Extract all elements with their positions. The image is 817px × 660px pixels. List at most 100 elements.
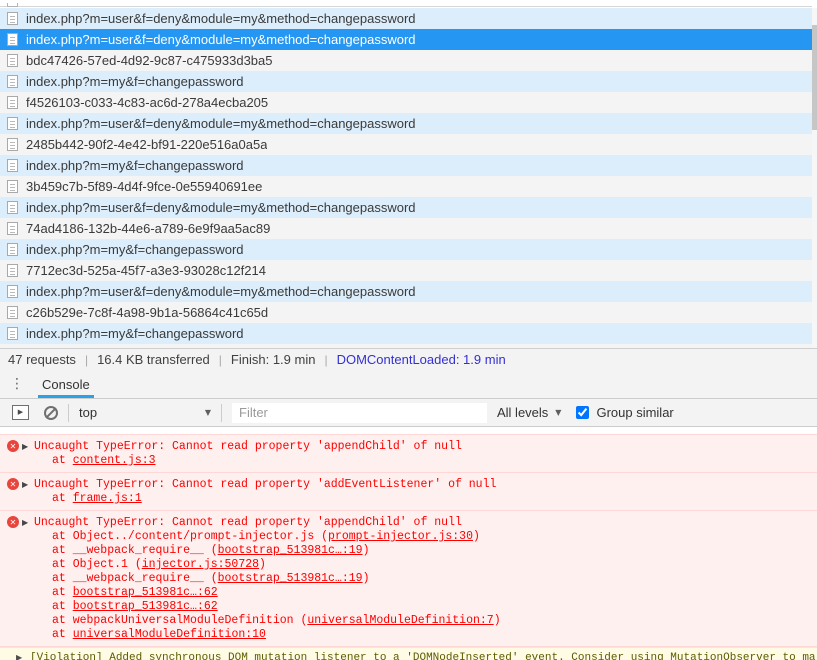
stack-frame: at bootstrap_513981c…:62 [0,586,817,600]
devtools-window: index.php?m=user&f=deny&module=my&method… [0,0,817,660]
execution-context-selector[interactable]: top ▼ [79,405,211,420]
source-link[interactable]: frame.js:1 [73,492,142,505]
source-link[interactable]: prompt-injector.js:30 [328,530,473,543]
network-request-row[interactable]: index.php?m=user&f=deny&module=my&method… [0,113,812,134]
stack-frame: at __webpack_require__ (bootstrap_513981… [0,572,817,586]
document-icon [7,138,18,151]
network-request-list: index.php?m=user&f=deny&module=my&method… [0,8,812,348]
document-icon [7,96,18,109]
request-name: bdc47426-57ed-4d92-9c87-c475933d3ba5 [26,53,273,68]
network-request-row[interactable]: f4526103-c033-4c83-ac6d-278a4ecba205 [0,92,812,113]
document-icon [7,54,18,67]
network-request-row[interactable]: index.php?m=my&f=changepassword [0,155,812,176]
network-request-row[interactable]: index.php?m=my&f=changepassword [0,71,812,92]
network-request-row[interactable]: index.php?m=user&f=deny&module=my&method… [0,29,812,50]
context-label: top [79,405,97,420]
console-error-message: ✕▶Uncaught TypeError: Cannot read proper… [0,434,817,473]
more-options-menu-icon[interactable]: ⋮ [0,370,34,398]
network-request-row[interactable]: index.php?m=user&f=deny&module=my&method… [0,197,812,218]
source-link[interactable]: bootstrap_513981c…:62 [73,586,218,599]
source-link[interactable]: universalModuleDefinition:10 [73,628,266,641]
source-link[interactable]: bootstrap_513981c…:62 [73,600,218,613]
log-levels-label: All levels [497,405,548,420]
network-request-row[interactable]: 3b459c7b-5f89-4d4f-9fce-0e55940691ee [0,176,812,197]
document-icon [7,222,18,235]
network-summary-bar: 47 requests | 16.4 KB transferred | Fini… [0,348,817,370]
tab-console-label: Console [42,377,90,392]
request-name: c26b529e-7c8f-4a98-9b1a-56864c41c65d [26,305,268,320]
dom-content-loaded-time: DOMContentLoaded: 1.9 min [337,352,506,367]
request-name: f4526103-c033-4c83-ac6d-278a4ecba205 [26,95,268,110]
request-name: index.php?m=user&f=deny&module=my&method… [26,11,416,26]
source-link[interactable]: bootstrap_513981c…:19 [218,572,363,585]
source-link[interactable]: universalModuleDefinition:7 [307,614,493,627]
error-icon: ✕ [7,478,19,490]
request-name: 7712ec3d-525a-45f7-a3e3-93028c12f214 [26,263,266,278]
expand-triangle-icon[interactable]: ▶ [16,651,22,660]
console-violation-message: ▶[Violation] Added synchronous DOM mutat… [0,647,817,660]
expand-triangle-icon[interactable]: ▶ [22,439,28,454]
document-icon [7,12,18,25]
error-icon: ✕ [7,516,19,528]
console-tabbar: ⋮ Console [0,370,817,399]
document-icon [7,285,18,298]
scrollbar-thumb[interactable] [812,25,817,130]
summary-separator: | [85,353,88,367]
network-request-row[interactable]: index.php?m=user&f=deny&module=my&method… [0,8,812,29]
group-similar-checkbox[interactable] [576,406,589,419]
expand-triangle-icon[interactable]: ▶ [22,477,28,492]
network-scrollbar[interactable] [812,8,817,348]
console-panel: ⋮ Console ▶ top ▼ All levels ▼ Group sim… [0,370,817,660]
filter-input[interactable] [232,403,487,423]
request-name: 2485b442-90f2-4e42-bf91-220e516a0a5a [26,137,267,152]
document-icon [7,201,18,214]
network-request-row[interactable]: 2485b442-90f2-4e42-bf91-220e516a0a5a [0,134,812,155]
network-request-row[interactable]: c26b529e-7c8f-4a98-9b1a-56864c41c65d [0,302,812,323]
console-error-message: ✕▶ Uncaught TypeError: Cannot read proper… [0,511,817,647]
network-request-row[interactable]: index.php?m=my&f=changepassword [0,323,812,344]
request-name: index.php?m=my&f=changepassword [26,158,244,173]
summary-separator: | [324,353,327,367]
document-icon [7,243,18,256]
document-icon [7,180,18,193]
log-levels-dropdown[interactable]: All levels ▼ [497,405,561,420]
clear-console-icon[interactable] [44,406,58,420]
expand-triangle-icon[interactable]: ▶ [22,515,28,530]
stack-frame: at universalModuleDefinition:10 [0,628,817,642]
summary-separator: | [219,353,222,367]
toolbar-divider [221,404,222,422]
network-request-row[interactable]: bdc47426-57ed-4d92-9c87-c475933d3ba5 [0,50,812,71]
tab-console[interactable]: Console [38,370,94,398]
chevron-down-icon: ▼ [205,408,211,417]
request-name: index.php?m=my&f=changepassword [26,326,244,341]
finish-time: Finish: 1.9 min [231,352,316,367]
network-request-row[interactable]: 7712ec3d-525a-45f7-a3e3-93028c12f214 [0,260,812,281]
error-text: Uncaught TypeError: Cannot read property… [34,440,462,453]
document-icon [7,159,18,172]
network-panel: index.php?m=user&f=deny&module=my&method… [0,0,817,370]
network-row-partial-top [0,0,812,7]
source-link[interactable]: bootstrap_513981c…:19 [218,544,363,557]
request-name: index.php?m=my&f=changepassword [26,242,244,257]
document-icon [7,264,18,277]
document-icon [7,306,18,319]
network-request-row[interactable]: index.php?m=my&f=changepassword [0,239,812,260]
transferred-size: 16.4 KB transferred [97,352,210,367]
document-icon [7,75,18,88]
network-request-row[interactable]: index.php?m=user&f=deny&module=my&method… [0,281,812,302]
chevron-down-icon: ▼ [555,408,561,417]
toolbar-divider [68,404,69,422]
request-name: index.php?m=user&f=deny&module=my&method… [26,200,416,215]
source-link[interactable]: content.js:3 [73,454,156,467]
console-messages: ✕▶Uncaught TypeError: Cannot read proper… [0,428,817,660]
stack-frame: at __webpack_require__ (bootstrap_513981… [0,544,817,558]
stack-frame: at frame.js:1 [0,492,817,506]
request-name: 3b459c7b-5f89-4d4f-9fce-0e55940691ee [26,179,262,194]
stack-frame: at bootstrap_513981c…:62 [0,600,817,614]
network-request-row[interactable]: 74ad4186-132b-44e6-a789-6e9f9aa5ac89 [0,218,812,239]
console-sidebar-toggle-icon[interactable]: ▶ [12,405,29,420]
source-link[interactable]: injector.js:50728 [142,558,259,571]
document-icon [7,33,18,46]
error-text: Uncaught TypeError: Cannot read property… [34,516,462,529]
stack-frame: at webpackUniversalModuleDefinition (uni… [0,614,817,628]
